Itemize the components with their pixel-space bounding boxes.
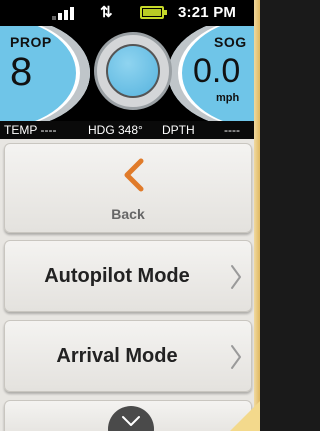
data-transfer-icon: ⇅ [100, 4, 113, 21]
sog-label: SOG [214, 34, 247, 50]
depth-readout: ---- [224, 123, 240, 137]
sog-value: 0.0 [193, 52, 241, 90]
sog-unit: mph [216, 92, 240, 104]
prop-label: PROP [10, 34, 52, 50]
compass-icon[interactable] [94, 32, 172, 110]
chevron-left-icon [124, 158, 144, 192]
back-button[interactable]: Back [4, 143, 252, 233]
status-bar: ⇅ 3:21 PM [0, 0, 254, 26]
autopilot-mode-button[interactable]: Autopilot Mode [4, 240, 252, 312]
depth-label: DPTH [162, 123, 195, 137]
signal-strength-icon [52, 6, 80, 20]
chevron-right-icon [231, 265, 241, 289]
back-label: Back [111, 206, 145, 222]
autopilot-mode-label: Autopilot Mode [44, 265, 190, 287]
device-frame-corner [230, 401, 260, 431]
heading-readout: HDG 348° [88, 123, 143, 137]
device-screen: ⇅ 3:21 PM PROP 8 SOG 0.0 mph TEMP ---- H… [0, 0, 260, 431]
temp-readout: TEMP ---- [4, 123, 57, 137]
chevron-right-icon [231, 345, 241, 369]
compass-face [106, 44, 160, 98]
arrival-mode-label: Arrival Mode [56, 345, 178, 367]
chevron-down-icon [122, 416, 140, 426]
device-frame-edge [254, 0, 260, 431]
status-clock: 3:21 PM [178, 4, 237, 21]
gauge-panel: PROP 8 SOG 0.0 mph [0, 26, 254, 121]
battery-icon [140, 6, 167, 19]
info-strip: TEMP ---- HDG 348° DPTH ---- [0, 121, 254, 139]
prop-value: 8 [10, 50, 33, 94]
arrival-mode-button[interactable]: Arrival Mode [4, 320, 252, 392]
